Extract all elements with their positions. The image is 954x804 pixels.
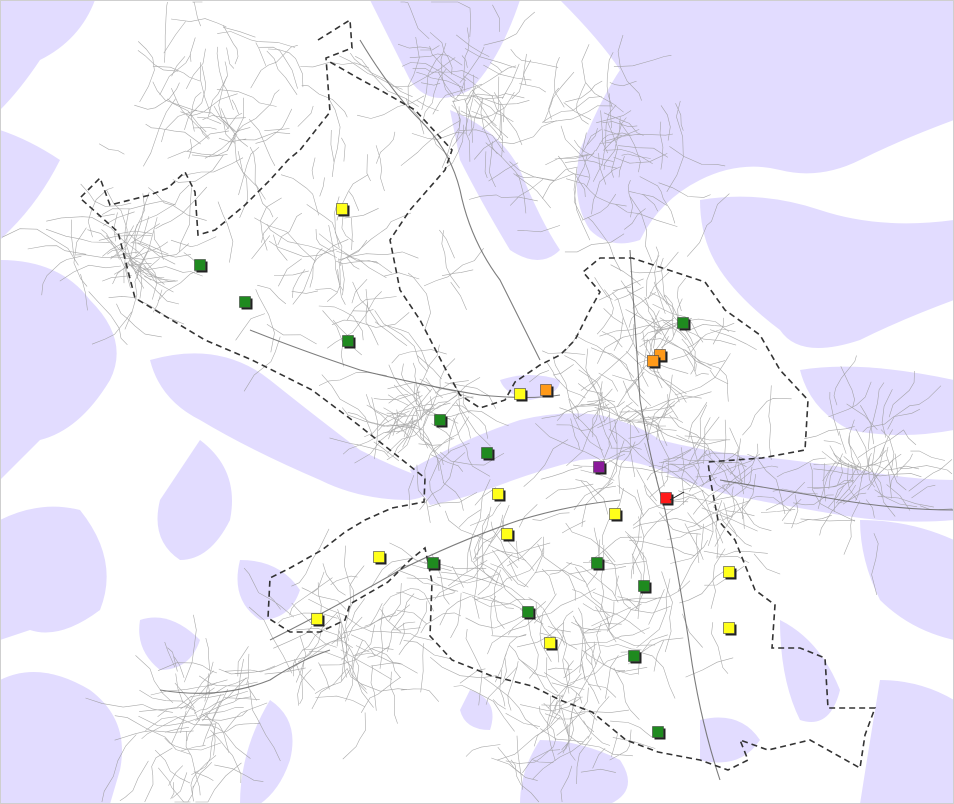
marker-face [540,384,552,396]
yellow-marker[interactable] [723,566,737,580]
yellow-marker[interactable] [373,551,387,565]
marker-face [647,355,659,367]
green-marker[interactable] [652,726,666,740]
marker-face [194,259,206,271]
marker-face [311,613,323,625]
green-marker[interactable] [628,650,642,664]
yellow-marker[interactable] [336,203,350,217]
city-map [0,0,954,804]
yellow-marker[interactable] [311,613,325,627]
yellow-marker[interactable] [609,508,623,522]
marker-face [628,650,640,662]
marker-face [342,335,354,347]
marker-face [593,461,605,473]
green-marker[interactable] [638,580,652,594]
yellow-marker[interactable] [514,388,528,402]
marker-face [652,726,664,738]
orange-marker[interactable] [647,355,661,369]
green-marker[interactable] [434,414,448,428]
marker-face [427,557,439,569]
marker-face [638,580,650,592]
orange-marker[interactable] [540,384,554,398]
marker-face [373,551,385,563]
marker-face [609,508,621,520]
yellow-marker[interactable] [501,528,515,542]
marker-face [544,637,556,649]
marker-face [723,566,735,578]
purple-marker[interactable] [593,461,607,475]
marker-face [723,622,735,634]
yellow-marker[interactable] [544,637,558,651]
marker-face [434,414,446,426]
green-marker[interactable] [522,606,536,620]
marker-face [501,528,513,540]
green-marker[interactable] [342,335,356,349]
marker-face [522,606,534,618]
green-marker[interactable] [194,259,208,273]
green-marker[interactable] [677,317,691,331]
marker-face [492,488,504,500]
yellow-marker[interactable] [723,622,737,636]
green-marker[interactable] [481,447,495,461]
green-marker[interactable] [591,557,605,571]
marker-face [239,296,251,308]
green-marker[interactable] [239,296,253,310]
marker-face [336,203,348,215]
marker-face [677,317,689,329]
marker-face [591,557,603,569]
yellow-marker[interactable] [492,488,506,502]
green-marker[interactable] [427,557,441,571]
marker-face [514,388,526,400]
marker-face [660,492,672,504]
marker-face [481,447,493,459]
